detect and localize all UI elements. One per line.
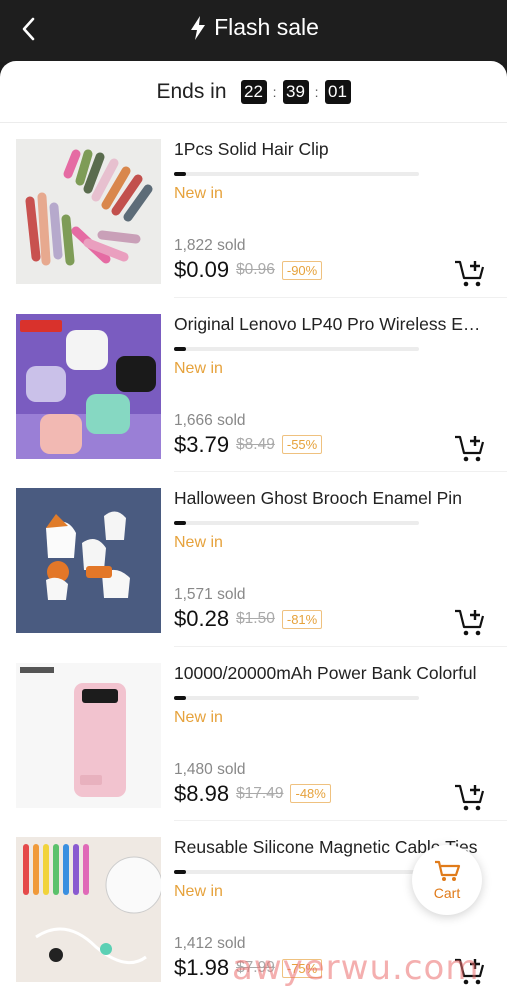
price-row: $0.09 $0.96 -90% xyxy=(174,257,323,283)
add-to-cart-icon[interactable] xyxy=(453,259,487,289)
add-to-cart-icon[interactable] xyxy=(453,957,487,987)
add-to-cart-icon[interactable] xyxy=(453,608,487,638)
sold-progress-bar xyxy=(174,870,419,874)
product-card[interactable]: 10000/20000mAh Power Bank Colorful New i… xyxy=(0,647,507,821)
product-card[interactable]: Halloween Ghost Brooch Enamel Pin New in… xyxy=(0,472,507,647)
countdown-label: Ends in xyxy=(156,79,227,103)
countdown-hours: 22 xyxy=(240,79,267,104)
product-card[interactable]: Original Lenovo LP40 Pro Wireless Earbud… xyxy=(0,298,507,472)
new-in-tag: New in xyxy=(174,185,223,202)
progress-fill xyxy=(174,346,186,351)
product-image-ghost-brooch[interactable] xyxy=(16,488,161,633)
product-image-power-bank[interactable] xyxy=(16,662,161,808)
top-bar: Flash sale xyxy=(0,0,507,62)
sold-count: 1,480 sold xyxy=(174,760,246,778)
product-name[interactable]: Original Lenovo LP40 Pro Wireless Earbud… xyxy=(174,314,490,335)
add-to-cart-icon[interactable] xyxy=(453,434,487,464)
discount-badge: -90% xyxy=(281,260,323,280)
discount-badge: -75% xyxy=(281,958,323,978)
product-image-hair-clip[interactable] xyxy=(16,139,161,284)
sold-progress-bar xyxy=(174,521,419,525)
progress-fill xyxy=(174,172,186,176)
price-row: $8.98 $17.49 -48% xyxy=(174,781,331,807)
cart-icon xyxy=(435,860,461,881)
discount-badge: -48% xyxy=(290,784,331,803)
original-price: $0.96 xyxy=(236,261,275,278)
sale-price: $1.98 xyxy=(174,955,230,980)
original-price: $1.50 xyxy=(236,610,275,627)
product-name[interactable]: 10000/20000mAh Power Bank Colorful xyxy=(174,663,490,684)
page-title-group: Flash sale xyxy=(0,14,507,41)
cart-button[interactable]: Cart xyxy=(412,845,482,915)
sale-price: $3.79 xyxy=(174,431,230,457)
progress-fill xyxy=(174,521,186,525)
sold-count: 1,822 sold xyxy=(174,237,246,254)
sale-price: $8.98 xyxy=(174,780,230,806)
price-row: $0.28 $1.50 -81% xyxy=(174,606,323,632)
sold-progress-bar xyxy=(174,172,419,176)
countdown-bar: Ends in 22 : 39 : 01 xyxy=(0,61,507,123)
sold-count: 1,571 sold xyxy=(174,586,246,603)
sold-count: 1,412 sold xyxy=(174,935,246,952)
product-image-cable-ties[interactable] xyxy=(16,837,161,982)
colon-separator: : xyxy=(272,83,277,100)
new-in-tag: New in xyxy=(174,708,223,726)
sold-progress-bar xyxy=(174,695,419,700)
cart-label: Cart xyxy=(433,885,461,901)
discount-badge: -55% xyxy=(281,435,323,454)
sale-price: $0.09 xyxy=(174,257,230,282)
original-price: $8.49 xyxy=(236,435,275,453)
product-card[interactable]: 1Pcs Solid Hair Clip New in 1,822 sold $… xyxy=(0,123,507,298)
product-image-earbuds[interactable] xyxy=(16,313,161,459)
countdown-seconds: 01 xyxy=(324,79,351,104)
new-in-tag: New in xyxy=(174,359,223,377)
price-row: $3.79 $8.49 -55% xyxy=(174,431,323,458)
add-to-cart-icon[interactable] xyxy=(453,783,487,813)
new-in-tag: New in xyxy=(174,534,223,551)
sold-count: 1,666 sold xyxy=(174,411,246,429)
new-in-tag: New in xyxy=(174,883,223,900)
product-name[interactable]: 1Pcs Solid Hair Clip xyxy=(174,139,490,160)
progress-fill xyxy=(174,695,186,700)
page-title: Flash sale xyxy=(214,14,319,40)
discount-badge: -81% xyxy=(281,609,323,629)
sale-price: $0.28 xyxy=(174,606,230,631)
product-name[interactable]: Halloween Ghost Brooch Enamel Pin xyxy=(174,488,490,509)
lightning-icon xyxy=(191,15,206,40)
original-price: $17.49 xyxy=(236,784,284,802)
original-price: $7.99 xyxy=(236,959,275,976)
sold-progress-bar xyxy=(174,346,419,351)
colon-separator: : xyxy=(314,83,319,100)
price-row: $1.98 $7.99 -75% xyxy=(174,955,323,981)
countdown-minutes: 39 xyxy=(282,79,309,104)
progress-fill xyxy=(174,870,186,874)
